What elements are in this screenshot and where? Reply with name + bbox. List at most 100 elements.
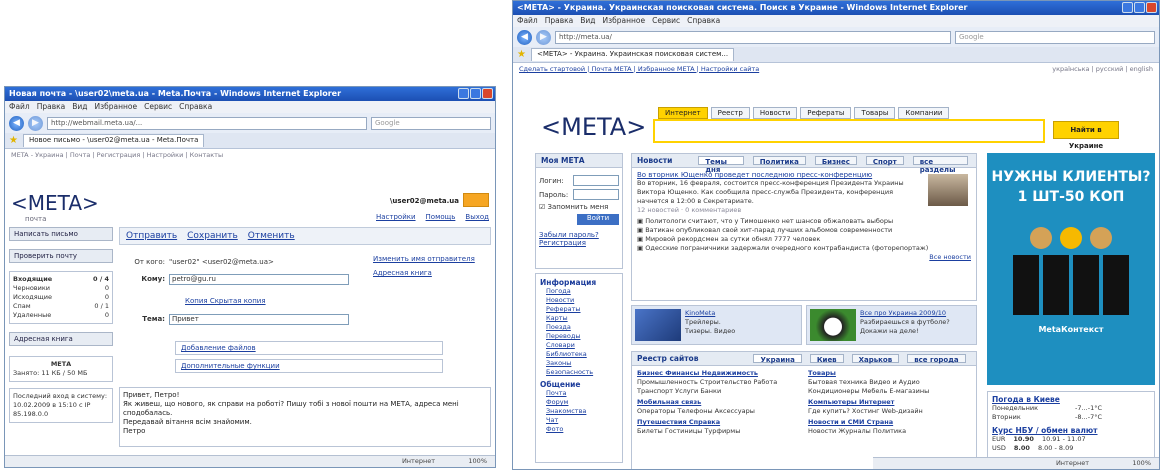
registry-category[interactable]: Бизнес Финансы Недвижимость bbox=[637, 369, 800, 378]
service-weather[interactable]: Погода bbox=[546, 287, 618, 296]
folder-spam[interactable]: Спам 0 / 1 bbox=[13, 302, 109, 311]
address-book-button[interactable]: Адресная книга bbox=[9, 332, 113, 346]
service-trains[interactable]: Поезда bbox=[546, 323, 618, 332]
registry-category[interactable]: Мобильная связь bbox=[637, 398, 800, 407]
service-photo[interactable]: Фото bbox=[546, 425, 618, 434]
news-item[interactable]: ▣ Политологи считают, что у Тимошенко не… bbox=[637, 217, 971, 226]
address-book-link[interactable]: Адресная книга bbox=[373, 269, 475, 277]
close-button[interactable] bbox=[482, 88, 493, 99]
favorites-star-icon[interactable]: ★ bbox=[517, 49, 526, 60]
meta-mail-logo[interactable]: <META> почта bbox=[11, 191, 99, 223]
folder-outbox[interactable]: Исходящие 0 bbox=[13, 293, 109, 302]
service-translate[interactable]: Переводы bbox=[546, 332, 618, 341]
close-button[interactable] bbox=[1146, 2, 1157, 13]
tab-companies[interactable]: Компании bbox=[898, 107, 950, 119]
meta-logo[interactable]: <META> bbox=[541, 113, 646, 141]
tab-internet[interactable]: Интернет bbox=[658, 107, 708, 119]
news-item[interactable]: ▣ Ватикан опубликовал свой хит-парад луч… bbox=[637, 226, 971, 235]
news-item[interactable]: ▣ Мировой рекордсмен за сутки обнял 7777… bbox=[637, 235, 971, 244]
search-button[interactable]: Найти в Украине bbox=[1053, 121, 1119, 150]
help-link[interactable]: Помощь bbox=[426, 213, 456, 221]
url-field[interactable]: http://meta.ua/ bbox=[555, 30, 951, 44]
minimize-button[interactable] bbox=[458, 88, 469, 99]
search-input[interactable]: Google bbox=[955, 30, 1155, 44]
forward-icon[interactable]: ▶ bbox=[28, 115, 43, 131]
kino-promo[interactable]: KinoMeta Трейлеры. Тизеры. Видео bbox=[631, 305, 802, 345]
forgot-password-link[interactable]: Забыли пароль? bbox=[539, 231, 619, 239]
remember-checkbox[interactable]: ☑ Запомнить меня bbox=[539, 203, 619, 211]
menu-view[interactable]: Вид bbox=[72, 102, 87, 112]
registry-tab-kyiv[interactable]: Киев bbox=[809, 354, 844, 364]
language-switch[interactable]: українська | русский | english bbox=[1052, 65, 1153, 73]
service-news[interactable]: Новости bbox=[546, 296, 618, 305]
folder-inbox[interactable]: Входящие 0 / 4 bbox=[13, 275, 109, 284]
news-tab-business[interactable]: Бизнес bbox=[814, 156, 857, 166]
registry-category[interactable]: Путешествия Справка bbox=[637, 418, 800, 427]
folder-drafts[interactable]: Черновики 0 bbox=[13, 284, 109, 293]
context-ad-banner[interactable]: НУЖНЫ КЛИЕНТЫ? 1 ШТ-50 КОП MetaКонтекст bbox=[987, 153, 1155, 385]
football-promo[interactable]: Все про Украина 2009/10 Разбираешься в фу… bbox=[806, 305, 977, 345]
news-photo[interactable] bbox=[928, 174, 968, 206]
service-dictionaries[interactable]: Словари bbox=[546, 341, 618, 350]
registry-tab-kharkiv[interactable]: Харьков bbox=[851, 354, 900, 364]
check-mail-button[interactable]: Проверить почту bbox=[9, 249, 113, 263]
compose-button[interactable]: Написать письмо bbox=[9, 227, 113, 241]
rates-title[interactable]: Курс НБУ / обмен валют bbox=[992, 426, 1150, 435]
top-news-headline[interactable]: Во вторник Ющенко проведет последнюю пре… bbox=[637, 171, 971, 179]
menu-favorites[interactable]: Избранное bbox=[95, 102, 138, 112]
login-input[interactable] bbox=[573, 175, 619, 186]
password-input[interactable] bbox=[573, 189, 619, 200]
browser-tab[interactable]: Новое письмо - \user02@meta.ua - Meta.По… bbox=[22, 134, 205, 147]
news-item[interactable]: ▣ Одесские пограничники задержали очеред… bbox=[637, 244, 971, 253]
login-button[interactable]: Войти bbox=[577, 214, 619, 225]
service-forum[interactable]: Форум bbox=[546, 398, 618, 407]
menu-file[interactable]: Файл bbox=[517, 16, 538, 26]
settings-link[interactable]: Настройки bbox=[376, 213, 416, 221]
zoom-level[interactable]: 100% bbox=[468, 457, 487, 465]
back-icon[interactable]: ◀ bbox=[9, 115, 24, 131]
message-body[interactable]: Привет, Петро! Як живеш, що нового, як с… bbox=[119, 387, 491, 447]
maximize-button[interactable] bbox=[470, 88, 481, 99]
service-essays[interactable]: Рефераты bbox=[546, 305, 618, 314]
menu-tools[interactable]: Сервис bbox=[652, 16, 680, 26]
service-library[interactable]: Библиотека bbox=[546, 350, 618, 359]
registry-tab-ukraine[interactable]: Украина bbox=[753, 354, 802, 364]
save-draft-button[interactable]: Сохранить bbox=[187, 231, 238, 241]
forward-icon[interactable]: ▶ bbox=[536, 29, 551, 45]
attach-files-section[interactable]: Добавление файлов bbox=[175, 341, 443, 355]
url-field[interactable]: http://webmail.meta.ua/... bbox=[47, 116, 367, 130]
all-news-link[interactable]: Все новости bbox=[637, 253, 971, 262]
subject-field[interactable]: Привет bbox=[169, 313, 349, 325]
news-tab-today[interactable]: Темы дня bbox=[698, 156, 744, 174]
tab-essays[interactable]: Рефераты bbox=[800, 107, 852, 119]
menu-view[interactable]: Вид bbox=[580, 16, 595, 26]
portal-top-links[interactable]: Сделать стартовой | Почта META | Избранн… bbox=[519, 65, 759, 73]
change-sender-link[interactable]: Изменить имя отправителя bbox=[373, 255, 475, 263]
folder-trash[interactable]: Удаленные 0 bbox=[13, 311, 109, 320]
send-button[interactable]: Отправить bbox=[126, 231, 177, 241]
service-chat[interactable]: Чат bbox=[546, 416, 618, 425]
menu-tools[interactable]: Сервис bbox=[144, 102, 172, 112]
extra-functions-section[interactable]: Дополнительные функции bbox=[175, 359, 443, 373]
minimize-button[interactable] bbox=[1122, 2, 1133, 13]
menu-edit[interactable]: Правка bbox=[37, 102, 66, 112]
register-link[interactable]: Регистрация bbox=[539, 239, 619, 247]
registry-category[interactable]: Новости и СМИ Страна bbox=[808, 418, 971, 427]
exit-button[interactable] bbox=[463, 193, 489, 207]
service-maps[interactable]: Карты bbox=[546, 314, 618, 323]
search-input[interactable]: Google bbox=[371, 116, 491, 130]
registry-category[interactable]: Компьютеры Интернет bbox=[808, 398, 971, 407]
favorites-star-icon[interactable]: ★ bbox=[9, 135, 18, 146]
zoom-level[interactable]: 100% bbox=[1132, 459, 1151, 467]
to-field[interactable]: petro@gu.ru bbox=[169, 273, 349, 285]
service-dating[interactable]: Знакомства bbox=[546, 407, 618, 416]
registry-category[interactable]: Товары bbox=[808, 369, 971, 378]
logout-link[interactable]: Выход bbox=[465, 213, 489, 221]
menu-help[interactable]: Справка bbox=[687, 16, 720, 26]
menu-file[interactable]: Файл bbox=[9, 102, 30, 112]
service-laws[interactable]: Законы bbox=[546, 359, 618, 368]
menu-favorites[interactable]: Избранное bbox=[603, 16, 646, 26]
back-icon[interactable]: ◀ bbox=[517, 29, 532, 45]
service-security[interactable]: Безопасность bbox=[546, 368, 618, 377]
tab-goods[interactable]: Товары bbox=[854, 107, 896, 119]
